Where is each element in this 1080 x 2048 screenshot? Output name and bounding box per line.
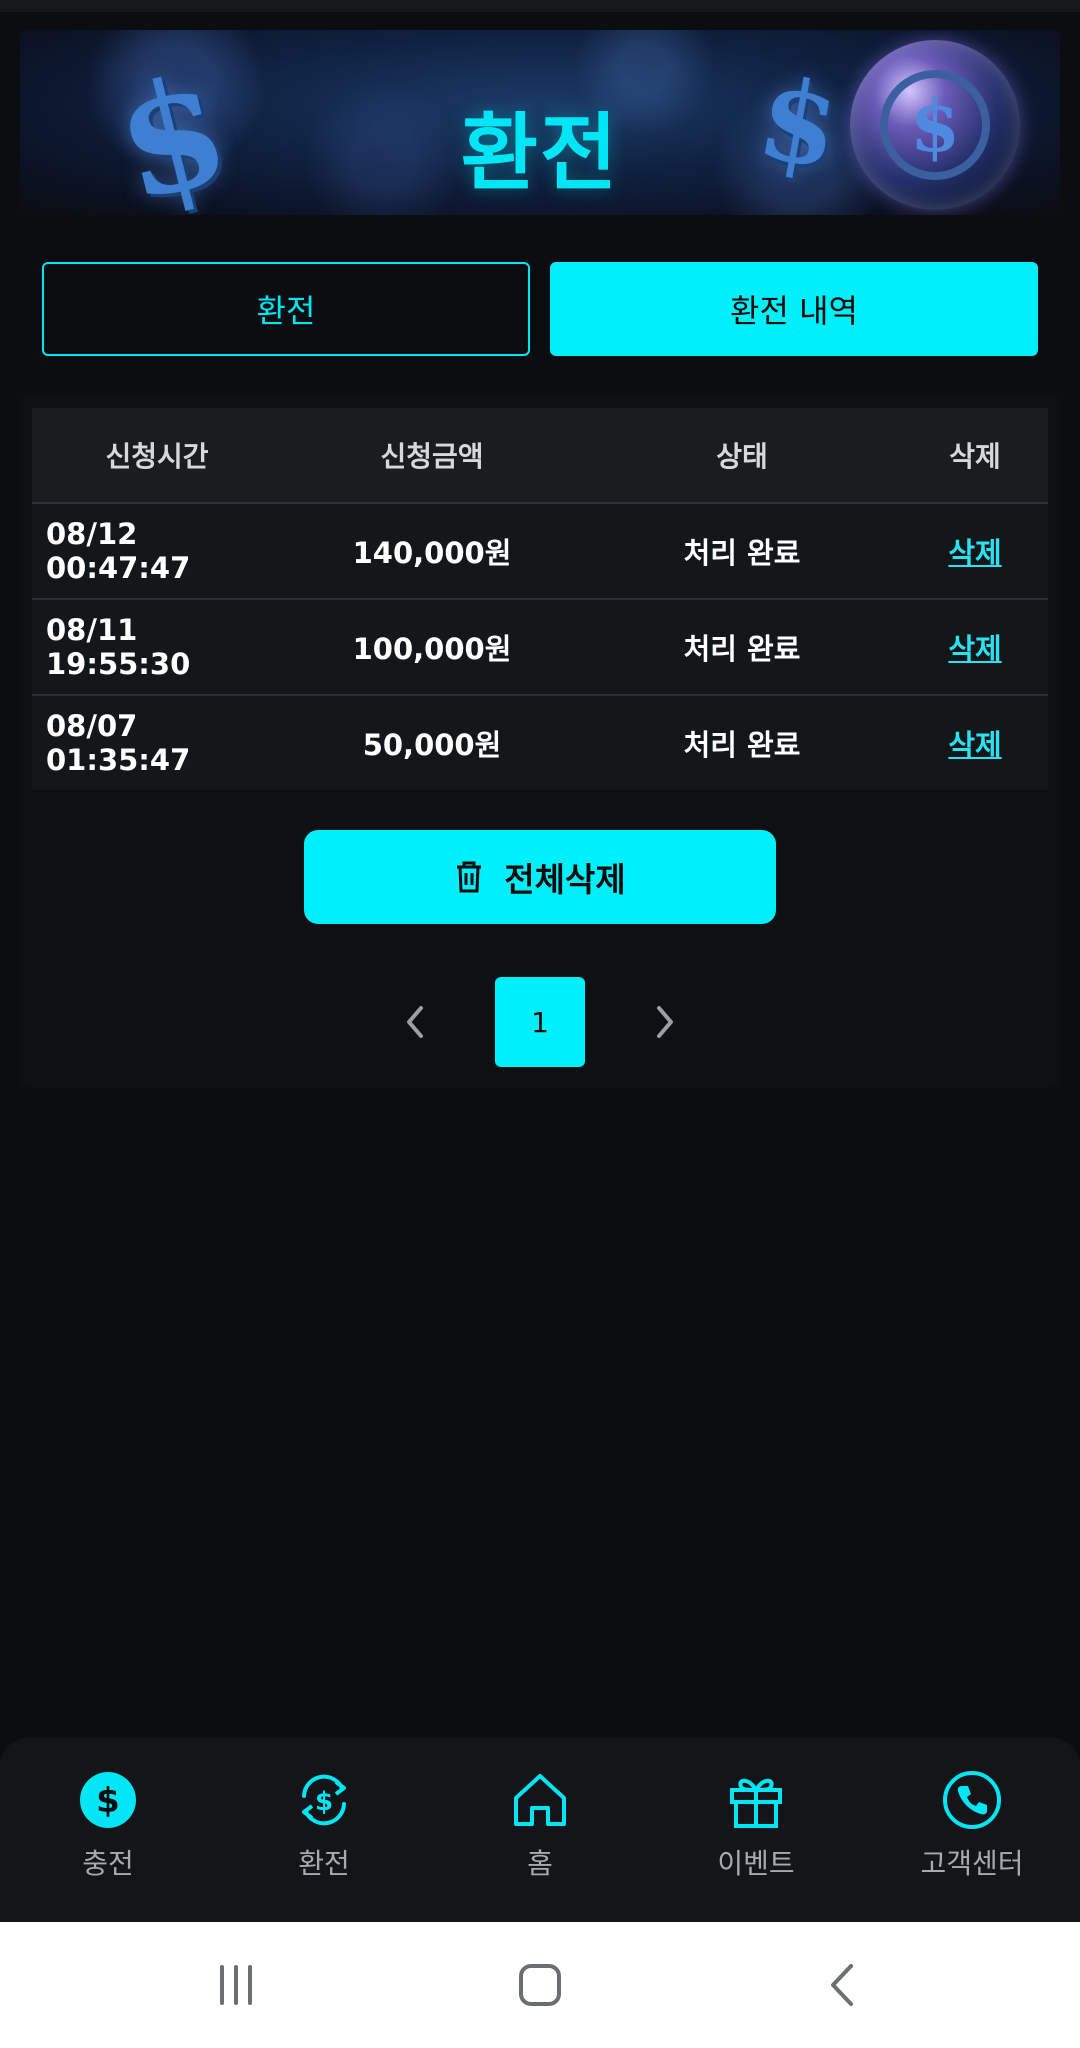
status-text: 처리 완료: [683, 728, 801, 762]
header-request-amount: 신청금액: [380, 440, 484, 473]
request-amount: 140,000원: [352, 536, 512, 570]
svg-text:$: $: [96, 1781, 120, 1821]
dollar-circle-icon: $: [80, 1772, 136, 1828]
delete-row-link[interactable]: 삭제: [948, 728, 1001, 762]
delete-all-button[interactable]: 전체삭제: [304, 830, 776, 924]
svg-text:$: $: [315, 1787, 333, 1817]
gift-icon: [730, 1778, 782, 1828]
request-time: 08/07 01:35:47: [46, 709, 191, 777]
nav-label-home: 홈: [527, 1847, 553, 1880]
phone-icon: [943, 1771, 1001, 1829]
nav-item-home[interactable]: 홈: [432, 1768, 648, 1898]
exchange-history-table: 신청시간 신청금액 상태 삭제 08/12 00:47:47 140,000원 …: [32, 408, 1048, 790]
status-text: 처리 완료: [683, 632, 801, 666]
nav-item-charge[interactable]: $ 충전: [0, 1768, 216, 1898]
prev-page-button[interactable]: [370, 977, 460, 1067]
nav-label-charge: 충전: [82, 1847, 134, 1880]
system-navigation-bar: [0, 1922, 1080, 2048]
home-icon: [514, 1774, 566, 1826]
header-status: 상태: [716, 440, 768, 473]
nav-item-customer-center[interactable]: 고객센터: [864, 1768, 1080, 1898]
request-time: 08/11 19:55:30: [46, 613, 191, 681]
nav-item-exchange[interactable]: $ 환전: [216, 1768, 432, 1898]
table-row: 08/11 19:55:30 100,000원 처리 완료 삭제: [32, 600, 1048, 696]
nav-item-event[interactable]: 이벤트: [648, 1768, 864, 1898]
header-request-time: 신청시간: [105, 440, 209, 473]
table-row: 08/12 00:47:47 140,000원 처리 완료 삭제: [32, 504, 1048, 600]
pagination: 1: [0, 977, 1080, 1067]
page-number-button[interactable]: 1: [495, 977, 585, 1067]
nav-label-event: 이벤트: [717, 1847, 795, 1880]
request-time: 08/12 00:47:47: [46, 517, 191, 585]
back-system-button[interactable]: [812, 1957, 872, 2013]
delete-row-link[interactable]: 삭제: [948, 536, 1001, 570]
page-title: 환전: [460, 104, 620, 202]
header-banner: $ $ $ 환전: [20, 30, 1060, 215]
table-row: 08/07 01:35:47 50,000원 처리 완료 삭제: [32, 696, 1048, 790]
table-header: 신청시간 신청금액 상태 삭제: [32, 408, 1048, 504]
recent-apps-icon: [220, 1965, 252, 2005]
next-page-button[interactable]: [620, 977, 710, 1067]
trash-icon: [457, 861, 482, 893]
chevron-right-icon: [657, 1006, 673, 1038]
status-text: 처리 완료: [683, 536, 801, 570]
back-chevron-icon: [831, 1964, 853, 2006]
request-amount: 50,000원: [362, 728, 502, 762]
home-system-button[interactable]: [510, 1957, 570, 2013]
delete-row-link[interactable]: 삭제: [948, 632, 1001, 666]
home-square-icon: [519, 1964, 561, 2006]
exchange-dollar-icon: $: [302, 1774, 346, 1826]
recent-apps-button[interactable]: [206, 1957, 266, 2013]
header-delete: 삭제: [949, 440, 1001, 473]
tab-exchange-history[interactable]: 환전 내역: [550, 262, 1038, 356]
chevron-left-icon: [407, 1006, 423, 1038]
delete-all-label: 전체삭제: [504, 860, 626, 899]
status-bar-strip: [0, 0, 1080, 12]
tab-bar: 환전 환전 내역: [42, 262, 1038, 356]
bottom-navigation: $ 충전 $ 환전 홈 이벤트 고객센터: [0, 1738, 1080, 1922]
request-amount: 100,000원: [352, 632, 512, 666]
nav-label-exchange: 환전: [298, 1847, 350, 1880]
nav-label-customer-center: 고객센터: [920, 1847, 1024, 1880]
tab-exchange[interactable]: 환전: [42, 262, 530, 356]
